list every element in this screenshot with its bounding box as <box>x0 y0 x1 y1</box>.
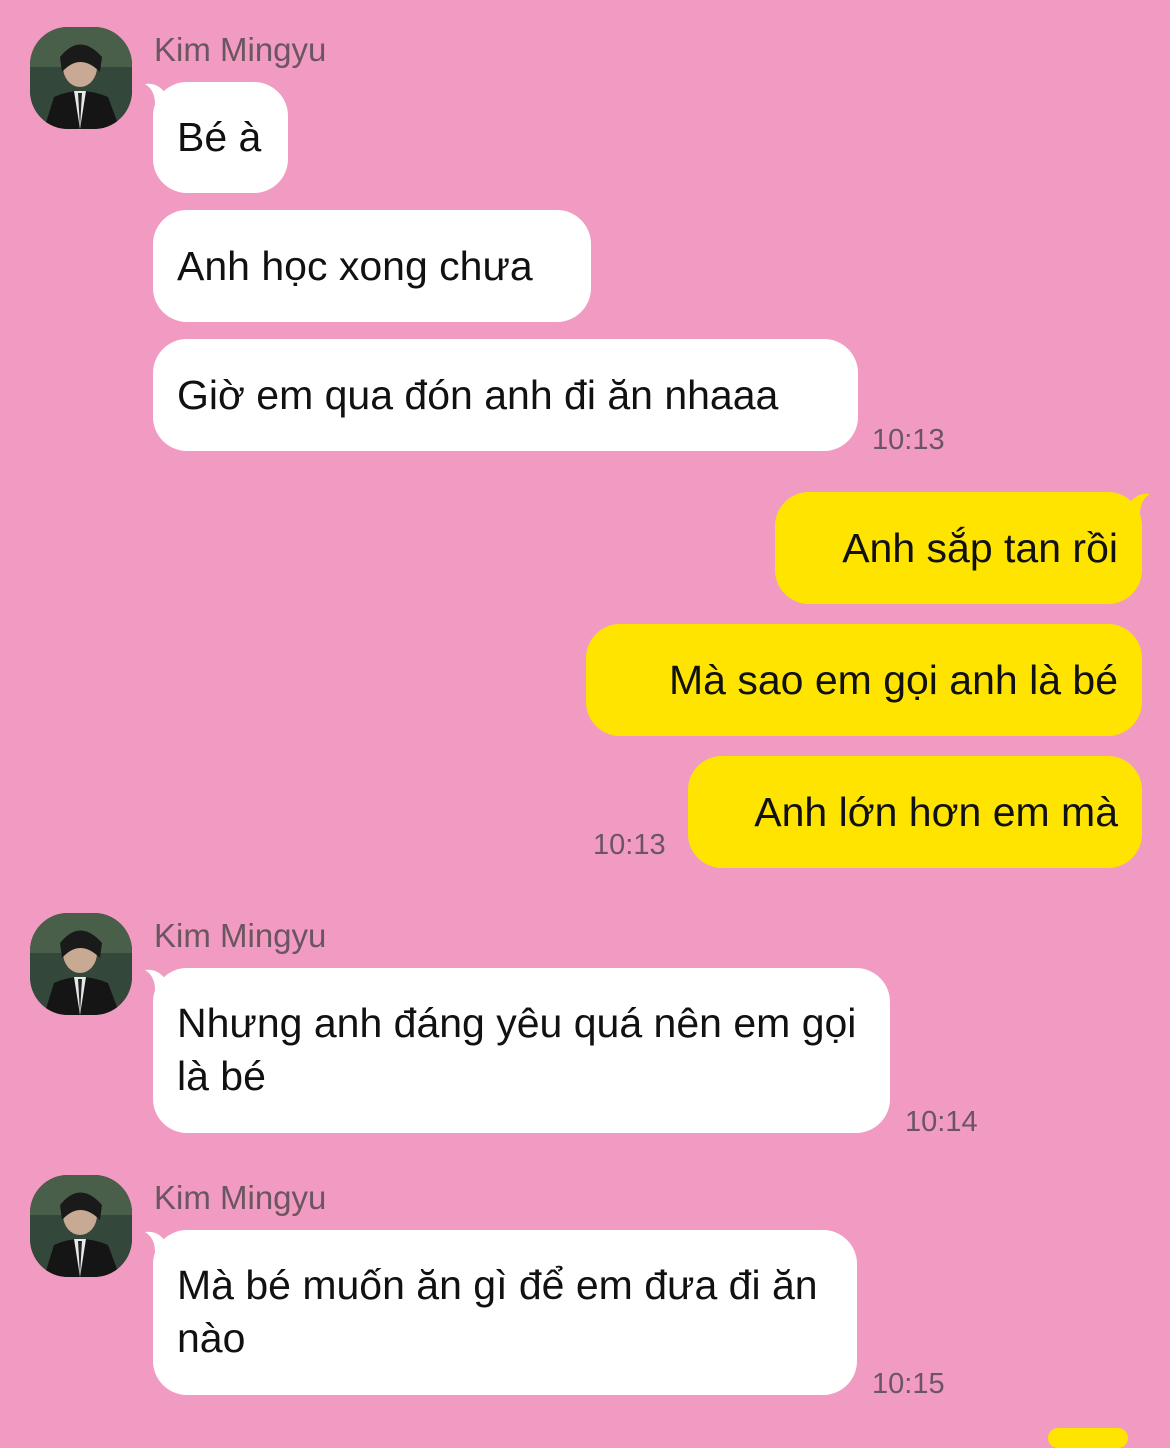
partial-message-bubble <box>1048 1428 1128 1448</box>
contact-avatar[interactable] <box>30 913 132 1015</box>
message-bubble[interactable]: Anh lớn hơn em mà <box>688 756 1142 868</box>
message-bubble[interactable]: Anh sắp tan rồi <box>775 492 1150 604</box>
message-bubble[interactable]: Mà sao em gọi anh là bé <box>586 624 1142 736</box>
avatar-photo-icon <box>30 1175 132 1277</box>
bubble-tail-icon <box>1128 493 1150 514</box>
message-timestamp: 10:13 <box>593 829 666 861</box>
message-text: Giờ em qua đón anh đi ăn nhaaa <box>177 371 779 418</box>
message-bubble[interactable]: Mà bé muốn ăn gì để em đưa đi ăn nào <box>145 1230 857 1395</box>
contact-avatar[interactable] <box>30 27 132 129</box>
bubble-tail-icon <box>145 969 167 990</box>
message-timestamp: 10:14 <box>905 1106 978 1138</box>
message-text: Mà bé muốn ăn gì để em đưa đi ăn nào <box>177 1262 818 1361</box>
bubble-tail-icon <box>145 1231 167 1252</box>
message-text: Anh sắp tan rồi <box>842 524 1118 571</box>
sender-name: Kim Mingyu <box>154 917 327 954</box>
message-bubble[interactable]: Nhưng anh đáng yêu quá nên em gọi là bé <box>145 968 890 1133</box>
message-text: Anh học xong chưa <box>177 242 533 289</box>
message-text: Anh lớn hơn em mà <box>754 788 1118 835</box>
message-bubble[interactable]: Anh học xong chưa <box>153 210 591 322</box>
sender-name: Kim Mingyu <box>154 1179 327 1216</box>
sender-name: Kim Mingyu <box>154 31 327 68</box>
contact-avatar[interactable] <box>30 1175 132 1277</box>
bubble-tail-icon <box>145 83 167 104</box>
message-bubble[interactable]: Bé à <box>145 82 288 193</box>
message-text: Mà sao em gọi anh là bé <box>669 656 1118 703</box>
message-timestamp: 10:13 <box>872 424 945 456</box>
message-text: Bé à <box>177 114 262 160</box>
message-timestamp: 10:15 <box>872 1368 945 1400</box>
avatar-photo-icon <box>30 27 132 129</box>
message-text: Nhưng anh đáng yêu quá nên em gọi là bé <box>177 1000 857 1099</box>
message-bubble[interactable]: Giờ em qua đón anh đi ăn nhaaa <box>153 339 858 451</box>
avatar-photo-icon <box>30 913 132 1015</box>
